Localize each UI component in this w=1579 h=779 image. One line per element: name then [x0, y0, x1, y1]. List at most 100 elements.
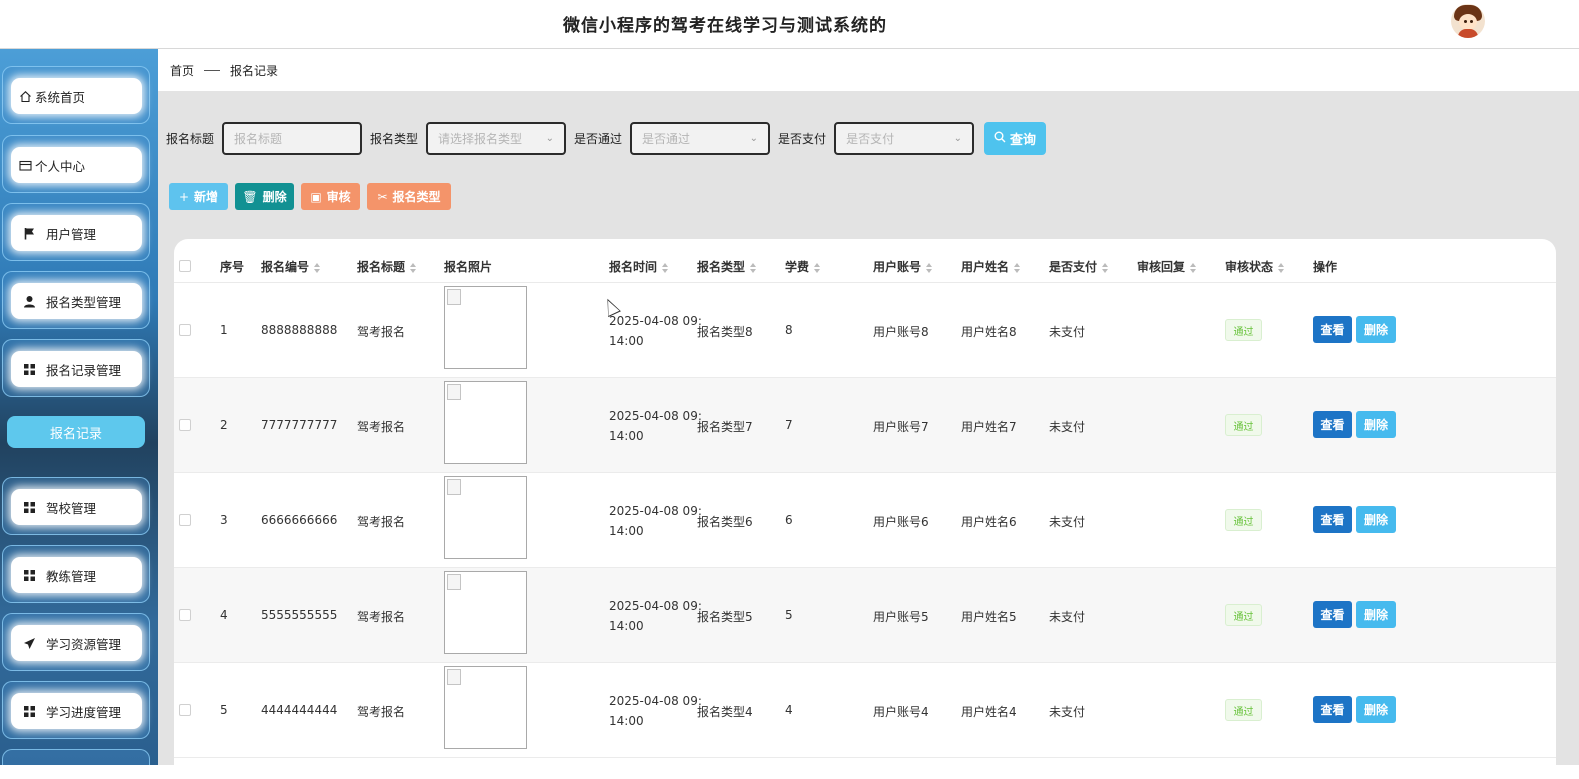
cell-paid: 未支付 [1049, 325, 1086, 339]
cell-account: 用户账号5 [873, 610, 929, 624]
cell-code: 6666666666 [261, 513, 338, 527]
breadcrumb-home[interactable]: 首页 [170, 62, 194, 79]
sort-icon[interactable] [1014, 262, 1021, 273]
col-paid[interactable]: 是否支付 [1049, 258, 1109, 275]
sidebar-item-users[interactable]: 用户管理 [2, 203, 150, 261]
row-checkbox[interactable] [179, 514, 191, 526]
col-account[interactable]: 用户账号 [873, 258, 933, 275]
sort-icon[interactable] [926, 262, 933, 273]
sidebar-item-home[interactable]: 系统首页 [2, 66, 150, 124]
sidebar-item-learning-progress[interactable]: 学习进度管理 [2, 681, 150, 739]
row-delete-button[interactable]: 删除 [1356, 506, 1396, 533]
sidebar-item-learning-resources[interactable]: 学习资源管理 [2, 613, 150, 671]
row-checkbox[interactable] [179, 324, 191, 336]
broken-image-icon [447, 289, 461, 305]
row-delete-button[interactable]: 删除 [1356, 316, 1396, 343]
grid-icon [23, 569, 36, 582]
sort-icon[interactable] [814, 262, 821, 273]
row-checkbox[interactable] [179, 609, 191, 621]
col-status[interactable]: 审核状态 [1225, 258, 1285, 275]
row-delete-button[interactable]: 删除 [1356, 411, 1396, 438]
col-time[interactable]: 报名时间 [609, 258, 669, 275]
col-code[interactable]: 报名编号 [261, 258, 321, 275]
filter-title-input[interactable]: 报名标题 [222, 122, 363, 155]
table-row[interactable]: 2 7777777777 驾考报名 2025-04-08 09: 14:00 报名… [174, 378, 1556, 473]
cell-paid: 未支付 [1049, 515, 1086, 529]
col-name[interactable]: 用户姓名 [961, 258, 1021, 275]
filter-pay-select[interactable]: 是否支付 ⌄ [834, 122, 975, 155]
grid-icon [23, 501, 36, 514]
review-button[interactable]: ▣ 审核 [301, 183, 360, 210]
cell-name: 用户姓名5 [961, 610, 1017, 624]
sort-icon[interactable] [314, 262, 321, 273]
plus-icon: + [178, 189, 190, 204]
cell-index: 1 [220, 323, 228, 337]
breadcrumb-current: 报名记录 [230, 63, 279, 78]
table-row[interactable]: 4 5555555555 驾考报名 2025-04-08 09: 14:00 报名… [174, 568, 1556, 663]
sort-icon[interactable] [1278, 262, 1285, 273]
avatar[interactable] [1451, 4, 1485, 38]
table-row[interactable]: 1 8888888888 驾考报名 2025-04-08 09: 14:00 报名… [174, 283, 1556, 378]
filter-pay-label: 是否支付 [778, 132, 827, 146]
status-badge: 通过 [1225, 319, 1262, 341]
delete-button[interactable]: 🗑 删除 [235, 183, 294, 210]
filter-type-select[interactable]: 请选择报名类型 ⌄ [426, 122, 567, 155]
table-row[interactable]: 5 4444444444 驾考报名 2025-04-08 09: 14:00 报名… [174, 663, 1556, 758]
sort-icon[interactable] [750, 262, 757, 273]
sidebar-item-more[interactable] [2, 749, 150, 765]
view-button[interactable]: 查看 [1313, 316, 1352, 343]
filter-pass-label: 是否通过 [574, 132, 623, 146]
broken-image-icon [447, 479, 461, 495]
signup-photo [444, 286, 527, 369]
row-checkbox[interactable] [179, 419, 191, 431]
sidebar-item-signup-type[interactable]: 报名类型管理 [2, 271, 150, 329]
user-icon [23, 295, 36, 308]
cell-index: 3 [220, 513, 228, 527]
row-delete-button[interactable]: 删除 [1356, 601, 1396, 628]
sidebar-item-driving-schools[interactable]: 驾校管理 [2, 477, 150, 535]
sidebar-item-label: 驾校管理 [46, 500, 97, 516]
chevron-down-icon: ⌄ [749, 133, 759, 144]
grid-icon [23, 363, 36, 376]
cell-name: 用户姓名4 [961, 705, 1017, 719]
cell-account: 用户账号6 [873, 515, 929, 529]
cell-index: 5 [220, 703, 228, 717]
row-checkbox[interactable] [179, 704, 191, 716]
scissors-icon: ✂ [377, 189, 388, 204]
cell-title: 驾考报名 [357, 515, 406, 529]
col-reply[interactable]: 审核回复 [1137, 258, 1197, 275]
select-all-checkbox[interactable] [179, 260, 191, 272]
cell-type: 报名类型5 [697, 610, 753, 624]
col-fee[interactable]: 学费 [785, 258, 821, 275]
filter-bar: 报名标题 报名标题 报名类型 请选择报名类型 ⌄ 是否通过 是否通过 ⌄ 是否支付 … [166, 122, 1047, 155]
col-type[interactable]: 报名类型 [697, 258, 757, 275]
view-button[interactable]: 查看 [1313, 601, 1352, 628]
table-row[interactable]: 3 6666666666 驾考报名 2025-04-08 09: 14:00 报名… [174, 473, 1556, 568]
send-icon [23, 637, 36, 650]
cell-account: 用户账号7 [873, 420, 929, 434]
sidebar-item-signup-records[interactable]: 报名记录管理 [2, 339, 150, 397]
add-button[interactable]: + 新增 [169, 183, 228, 210]
cell-title: 驾考报名 [357, 610, 406, 624]
filter-title-label: 报名标题 [166, 132, 215, 146]
sort-icon[interactable] [662, 262, 669, 273]
sidebar-item-coaches[interactable]: 教练管理 [2, 545, 150, 603]
view-button[interactable]: 查看 [1313, 411, 1352, 438]
view-button[interactable]: 查看 [1313, 696, 1352, 723]
sidebar-item-profile[interactable]: 个人中心 [2, 135, 150, 193]
action-toolbar: + 新增 🗑 删除 ▣ 审核 ✂ 报名类型 [169, 183, 458, 210]
sidebar-subitem-signup-record[interactable]: 报名记录 [7, 416, 145, 448]
grid-icon [23, 705, 36, 718]
row-delete-button[interactable]: 删除 [1356, 696, 1396, 723]
signup-type-button[interactable]: ✂ 报名类型 [367, 183, 451, 210]
sort-icon[interactable] [410, 262, 417, 273]
sort-icon[interactable] [1190, 262, 1197, 273]
status-badge: 通过 [1225, 414, 1262, 436]
filter-pass-select[interactable]: 是否通过 ⌄ [630, 122, 771, 155]
view-button[interactable]: 查看 [1313, 506, 1352, 533]
col-title[interactable]: 报名标题 [357, 258, 417, 275]
search-button[interactable]: 查询 [984, 122, 1047, 155]
sidebar-item-label: 个人中心 [35, 158, 86, 174]
cell-fee: 5 [785, 608, 793, 622]
sort-icon[interactable] [1102, 262, 1109, 273]
